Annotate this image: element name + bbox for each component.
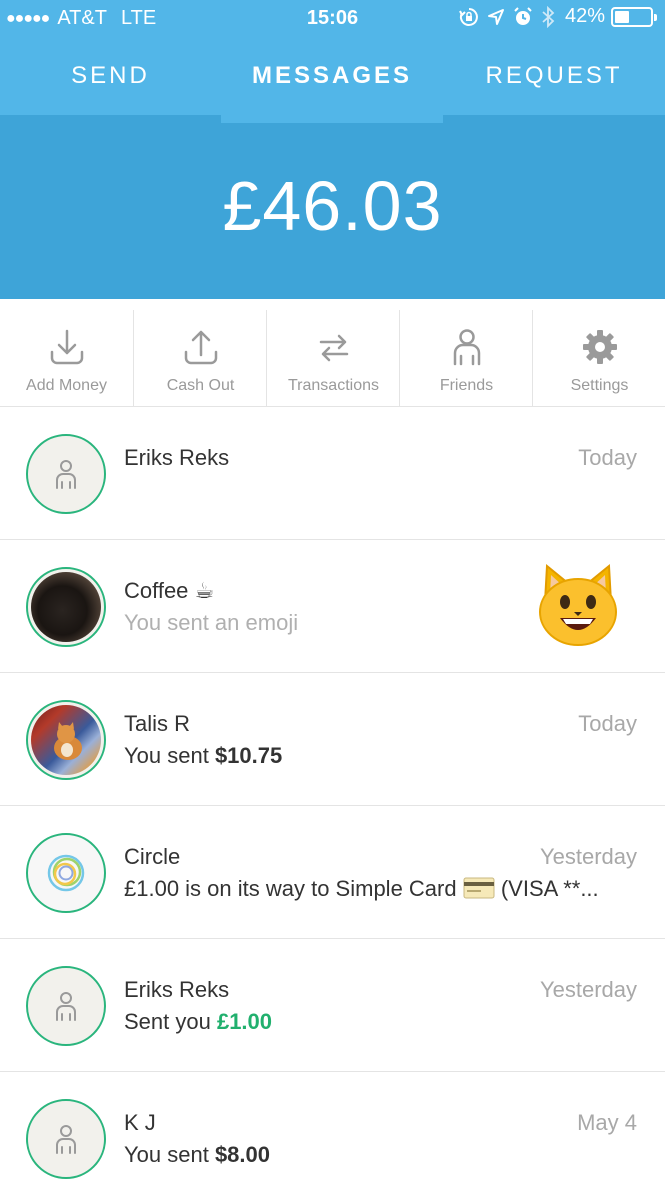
message-preview: You sent an emoji — [124, 610, 299, 635]
avatar — [26, 567, 106, 647]
cat-photo-icon — [54, 722, 82, 760]
transactions-button[interactable]: Transactions — [266, 310, 399, 407]
swap-arrows-icon — [319, 334, 348, 362]
contact-name: Eriks Reks — [124, 977, 230, 1002]
cat-photo — [31, 705, 101, 775]
add-money-label: Add Money — [26, 377, 107, 394]
alarm-icon — [514, 6, 532, 25]
amount-sent: $10.75 — [214, 743, 283, 768]
message-date: Today — [578, 445, 637, 470]
list-item[interactable]: Eriks Reks Sent you £1.00 Yesterday — [0, 939, 665, 1072]
credit-card-icon — [463, 877, 495, 899]
message-date: May 4 — [577, 1110, 637, 1135]
amount-received: £1.00 — [216, 1009, 273, 1034]
amount-sent: $8.00 — [214, 1142, 270, 1167]
location-icon — [487, 8, 504, 25]
coffee-photo — [31, 572, 101, 642]
message-date: Yesterday — [539, 977, 637, 1002]
settings-button[interactable]: Settings — [532, 310, 665, 407]
active-tab-indicator — [221, 115, 443, 123]
list-item[interactable]: Coffee ☕ You sent an emoji — [0, 540, 665, 673]
cash-out-button[interactable]: Cash Out — [133, 310, 266, 407]
contact-name: Circle — [124, 844, 181, 869]
tab-request[interactable]: REQUEST — [443, 38, 665, 115]
top-tabs: SEND MESSAGES REQUEST — [0, 38, 665, 115]
contact-name: Coffee ☕ — [124, 578, 215, 603]
preview-text: You sent — [124, 1142, 215, 1167]
contact-name: Talis R — [124, 711, 191, 736]
tab-messages[interactable]: MESSAGES — [221, 38, 443, 115]
friends-button[interactable]: Friends — [399, 310, 532, 407]
list-item[interactable]: Talis R You sent $10.75 Today — [0, 673, 665, 806]
preview-text: You sent — [124, 743, 215, 768]
contact-name: K J — [124, 1110, 156, 1135]
add-money-button[interactable]: Add Money — [0, 310, 133, 407]
lock-rotation-icon — [459, 7, 478, 26]
person-placeholder-icon — [56, 1125, 76, 1154]
tab-send[interactable]: SEND — [0, 38, 221, 115]
smiling-cat-emoji-icon — [539, 563, 617, 646]
avatar — [26, 434, 106, 514]
list-item[interactable]: Eriks Reks Today — [0, 407, 665, 540]
person-icon — [453, 329, 480, 366]
preview-text: Sent you — [124, 1009, 217, 1034]
preview-text: £1.00 is on its way to Simple Card — [124, 876, 463, 901]
message-date: Today — [578, 711, 637, 736]
message-date: Yesterday — [539, 844, 637, 869]
message-preview: Sent you £1.00 — [124, 1009, 272, 1035]
avatar — [26, 966, 106, 1046]
header: ●●●●● AT&T LTE 15:06 42% SEND MESSAGES R… — [0, 0, 665, 299]
transactions-label: Transactions — [288, 377, 379, 394]
avatar — [26, 1099, 106, 1179]
person-placeholder-icon — [56, 992, 76, 1021]
action-bar: Add Money Cash Out Transactions Friends … — [0, 310, 665, 407]
balance-amount: £46.03 — [222, 167, 443, 245]
person-placeholder-icon — [56, 460, 76, 489]
list-item[interactable]: K J You sent $8.00 May 4 — [0, 1072, 665, 1182]
battery-icon — [611, 6, 657, 27]
download-icon — [50, 329, 83, 365]
settings-label: Settings — [570, 377, 629, 394]
avatar — [26, 833, 106, 913]
list-item[interactable]: Circle £1.00 is on its way to Simple Car… — [0, 806, 665, 939]
battery-percent: 42% — [564, 5, 605, 27]
friends-label: Friends — [439, 377, 494, 394]
avatar — [26, 700, 106, 780]
circle-logo-icon — [47, 854, 85, 892]
message-preview: You sent $10.75 — [124, 743, 282, 769]
preview-text-suffix: (VISA **... — [494, 876, 599, 901]
message-preview: You sent $8.00 — [124, 1142, 270, 1168]
cash-out-label: Cash Out — [166, 377, 235, 394]
status-bar: ●●●●● AT&T LTE 15:06 42% — [0, 0, 665, 38]
contact-name: Eriks Reks — [124, 445, 230, 470]
message-preview: £1.00 is on its way to Simple Card (VISA… — [124, 876, 639, 902]
gear-icon — [582, 330, 617, 364]
bluetooth-icon — [542, 5, 555, 28]
upload-icon — [184, 330, 217, 365]
